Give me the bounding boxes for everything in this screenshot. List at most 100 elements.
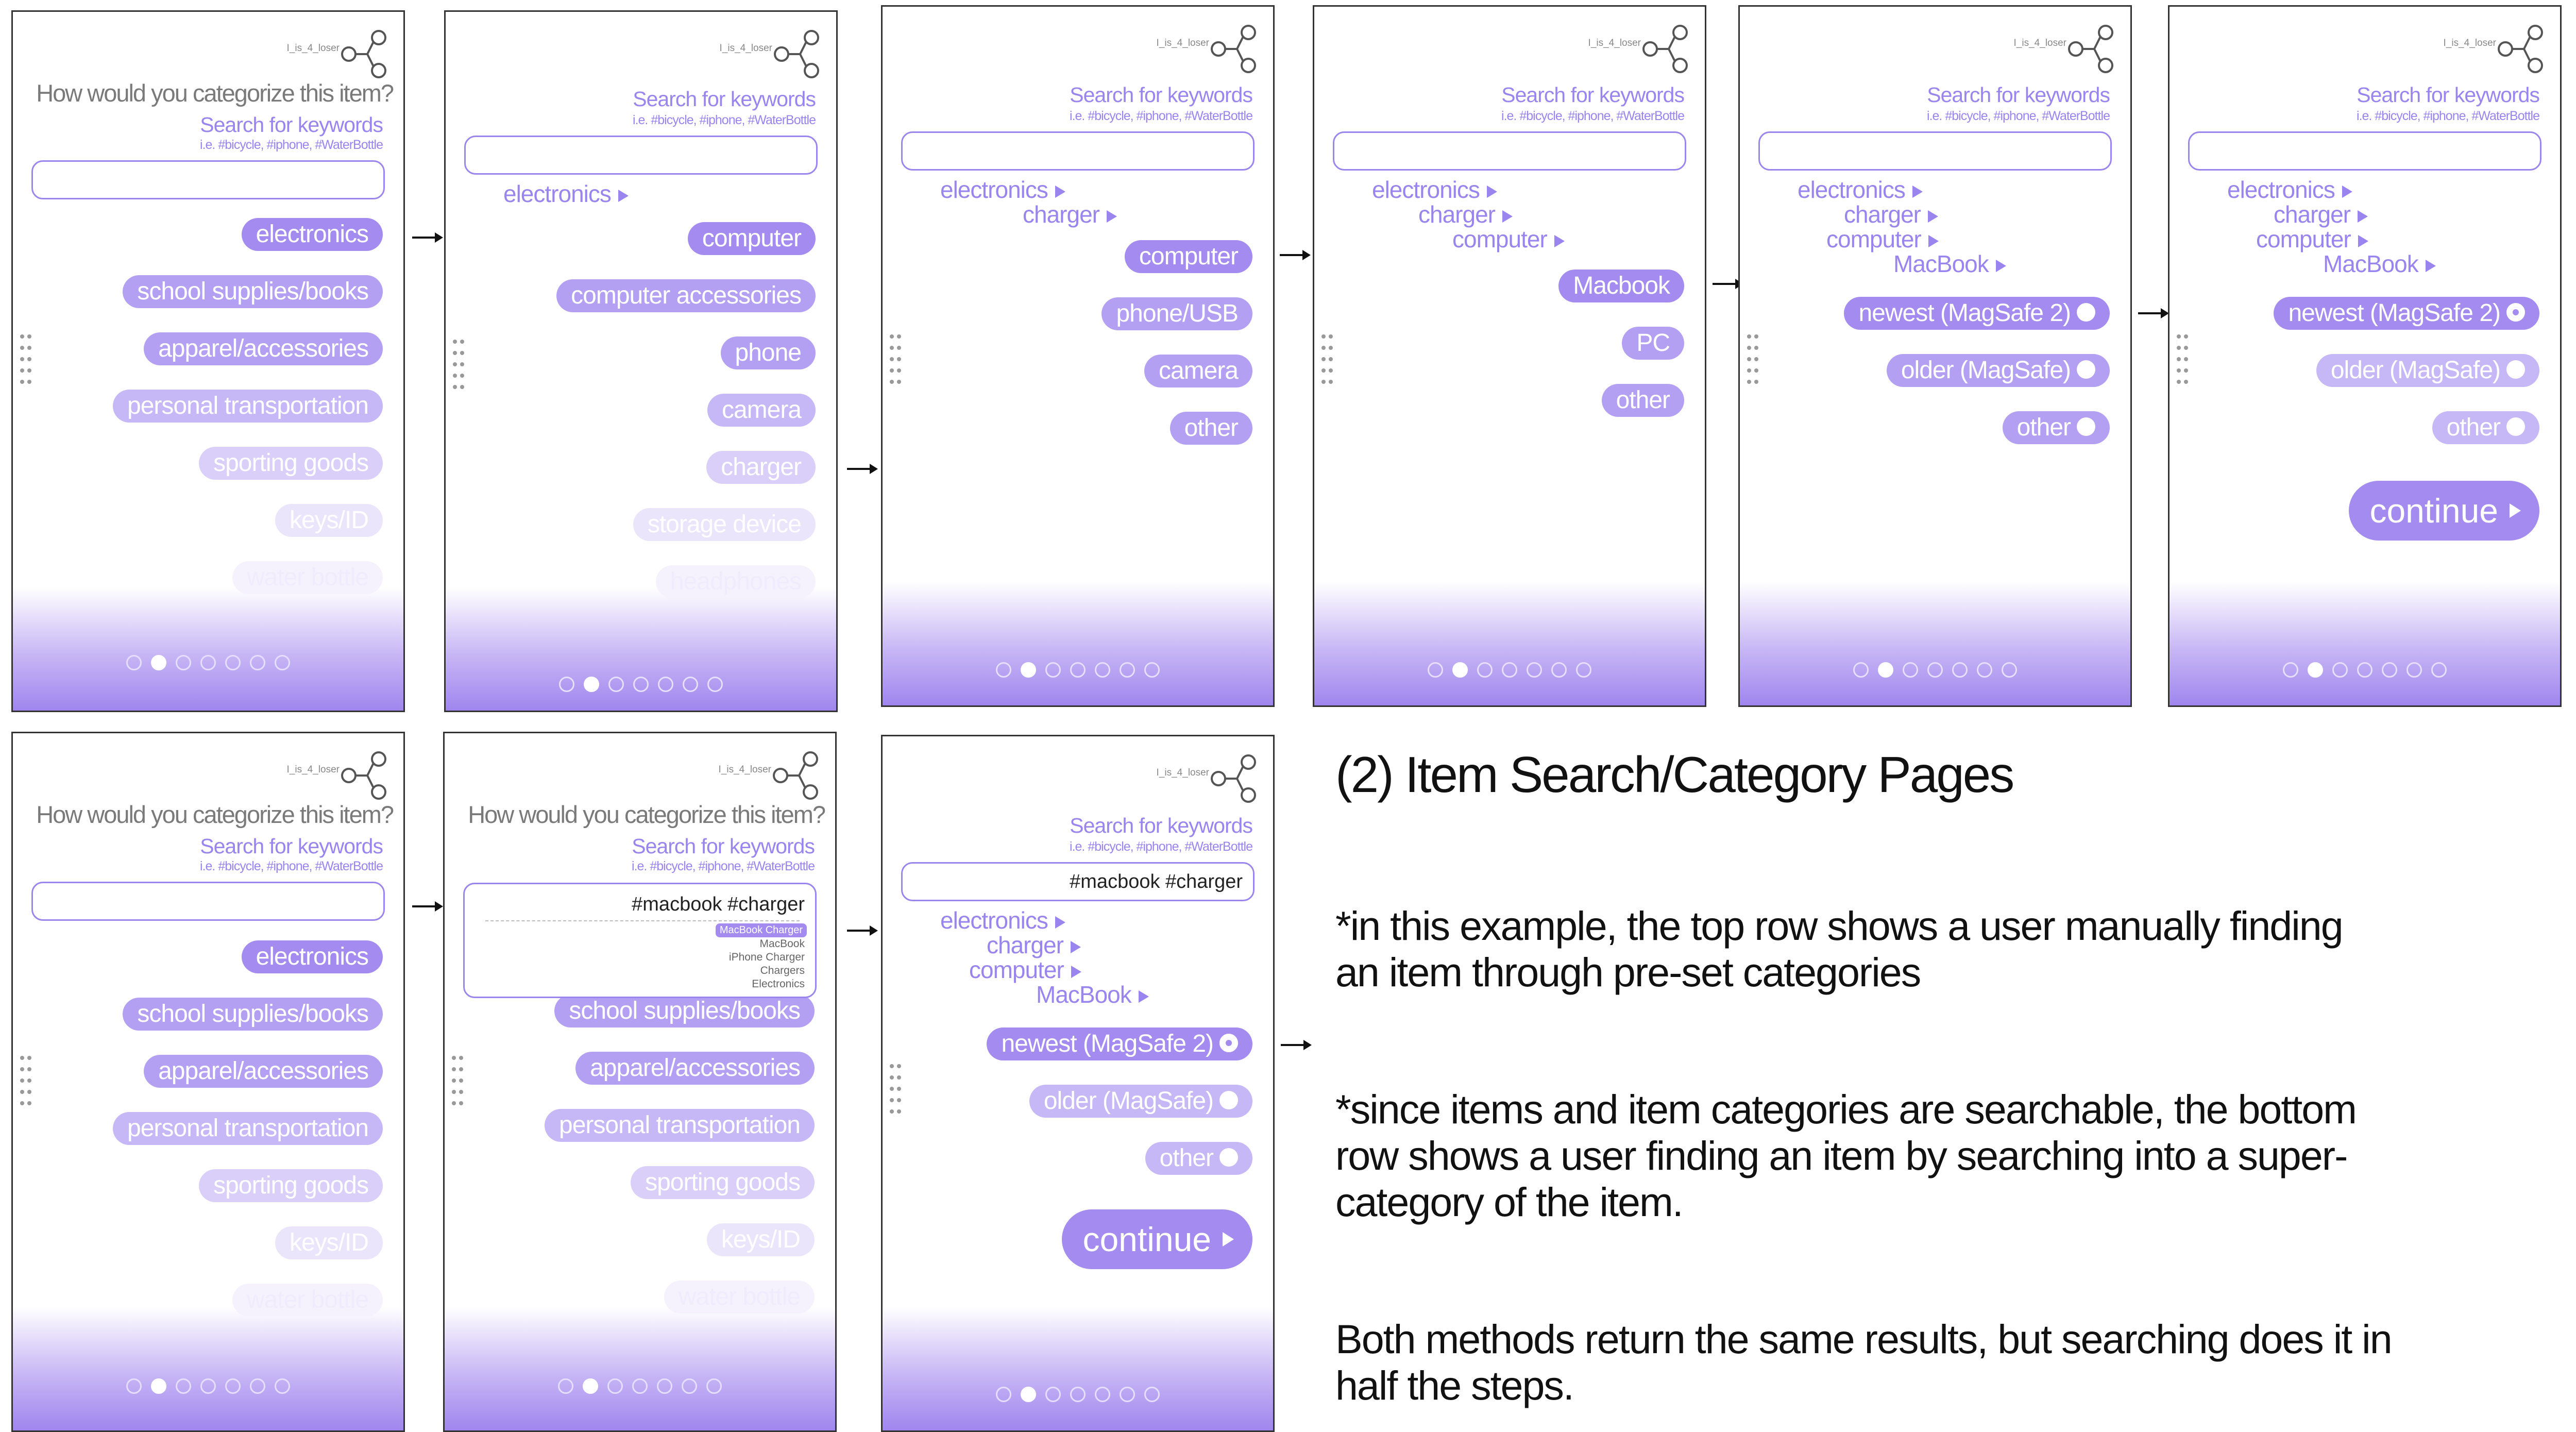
radio-button[interactable] — [1219, 1091, 1238, 1110]
breadcrumb-electronics[interactable]: electronics — [1798, 176, 1923, 204]
breadcrumb-electronics[interactable]: electronics — [2227, 176, 2352, 204]
breadcrumb-computer[interactable]: computer — [2256, 225, 2368, 253]
suggestion-selected[interactable]: MacBook Charger — [715, 923, 807, 937]
category-chip[interactable]: personal transportation — [113, 390, 383, 423]
category-chip[interactable]: electronics — [241, 218, 383, 251]
category-chip[interactable]: phone/USB — [1101, 297, 1252, 330]
category-chip[interactable]: computer — [1124, 240, 1252, 273]
radio-button[interactable] — [2506, 417, 2525, 436]
option-chip[interactable]: older (MagSafe) — [1886, 354, 2110, 387]
drag-handle-icon[interactable] — [452, 336, 465, 393]
search-input[interactable] — [1758, 131, 2112, 171]
option-chip-selected[interactable]: newest (MagSafe 2) — [987, 1027, 1252, 1060]
share-icon[interactable] — [337, 749, 389, 800]
radio-button-selected[interactable] — [2506, 303, 2525, 322]
category-chip[interactable]: apparel/accessories — [144, 1055, 383, 1088]
option-chip-selected[interactable]: newest (MagSafe 2) — [2274, 297, 2539, 330]
breadcrumb-macbook[interactable]: MacBook — [1893, 250, 2006, 278]
share-icon[interactable] — [337, 27, 389, 79]
search-query-text[interactable]: #macbook #charger — [632, 894, 805, 916]
search-input[interactable] — [31, 882, 385, 921]
share-icon[interactable] — [1207, 22, 1259, 74]
suggestion-item[interactable]: MacBook — [759, 938, 805, 950]
category-chip[interactable]: water bottle — [232, 1284, 383, 1317]
breadcrumb-electronics[interactable]: electronics — [1372, 176, 1497, 204]
category-chip[interactable]: school supplies/books — [554, 995, 815, 1027]
continue-button[interactable]: continue — [1062, 1209, 1252, 1269]
category-chip[interactable]: keys/ID — [275, 504, 383, 537]
breadcrumb-charger[interactable]: charger — [1844, 200, 1938, 228]
category-chip[interactable]: camera — [1144, 355, 1252, 388]
radio-button-selected[interactable] — [1219, 1034, 1238, 1053]
category-chip[interactable]: phone — [720, 336, 816, 369]
breadcrumb-computer[interactable]: computer — [1826, 225, 1939, 253]
drag-handle-icon[interactable] — [889, 1061, 902, 1118]
category-chip[interactable]: computer — [687, 222, 816, 255]
category-chip[interactable]: school supplies/books — [123, 998, 383, 1031]
drag-handle-icon[interactable] — [19, 331, 32, 388]
search-input[interactable] — [901, 131, 1255, 171]
category-chip[interactable]: keys/ID — [275, 1226, 383, 1259]
drag-handle-icon[interactable] — [1320, 331, 1334, 388]
breadcrumb-electronics[interactable]: electronics — [940, 176, 1065, 204]
category-chip[interactable]: headphones — [655, 565, 816, 598]
category-chip[interactable]: other — [1170, 412, 1252, 445]
breadcrumb-computer[interactable]: computer — [1452, 225, 1565, 253]
suggestion-item[interactable]: Electronics — [752, 978, 805, 990]
category-chip[interactable]: water bottle — [664, 1281, 815, 1313]
radio-button[interactable] — [2077, 360, 2095, 379]
breadcrumb-charger[interactable]: charger — [987, 931, 1081, 959]
option-chip[interactable]: newest (MagSafe 2) — [1844, 297, 2110, 330]
search-input[interactable] — [1333, 131, 1686, 171]
suggestion-item[interactable]: Chargers — [760, 965, 805, 977]
category-chip[interactable]: camera — [707, 394, 816, 427]
drag-handle-icon[interactable] — [451, 1053, 464, 1109]
radio-button[interactable] — [1219, 1148, 1238, 1167]
drag-handle-icon[interactable] — [889, 331, 902, 388]
category-chip[interactable]: apparel/accessories — [575, 1052, 815, 1085]
radio-button[interactable] — [2077, 417, 2095, 436]
option-chip[interactable]: other — [2432, 411, 2539, 444]
breadcrumb-charger[interactable]: charger — [1023, 200, 1117, 228]
drag-handle-icon[interactable] — [2176, 331, 2189, 388]
share-icon[interactable] — [1207, 752, 1259, 803]
category-chip[interactable]: water bottle — [232, 561, 383, 594]
share-icon[interactable] — [769, 749, 821, 800]
category-chip[interactable]: school supplies/books — [123, 275, 383, 308]
category-chip[interactable]: personal transportation — [113, 1112, 383, 1145]
breadcrumb-computer[interactable]: computer — [969, 956, 1081, 984]
category-chip[interactable]: sporting goods — [631, 1166, 815, 1199]
share-icon[interactable] — [2494, 22, 2546, 74]
share-icon[interactable] — [770, 27, 822, 79]
radio-button[interactable] — [2506, 360, 2525, 379]
breadcrumb-charger[interactable]: charger — [2274, 200, 2368, 228]
category-chip[interactable]: other — [1601, 384, 1684, 417]
category-chip[interactable]: sporting goods — [199, 447, 383, 480]
category-chip[interactable]: electronics — [241, 940, 383, 973]
category-chip[interactable]: charger — [706, 451, 816, 484]
share-icon[interactable] — [1639, 22, 1690, 74]
drag-handle-icon[interactable] — [1746, 331, 1759, 388]
option-chip[interactable]: other — [1145, 1142, 1252, 1175]
drag-handle-icon[interactable] — [19, 1053, 32, 1109]
continue-button[interactable]: continue — [2349, 481, 2539, 541]
category-chip[interactable]: storage device — [633, 508, 816, 541]
category-chip[interactable]: keys/ID — [706, 1223, 815, 1256]
breadcrumb-charger[interactable]: charger — [1418, 200, 1513, 228]
category-chip[interactable]: PC — [1622, 327, 1684, 360]
option-chip[interactable]: other — [2002, 411, 2110, 444]
share-icon[interactable] — [2064, 22, 2116, 74]
search-input[interactable]: #macbook #charger — [901, 862, 1255, 901]
search-input[interactable] — [2188, 131, 2541, 171]
breadcrumb-macbook[interactable]: MacBook — [2323, 250, 2436, 278]
option-chip[interactable]: older (MagSafe) — [2316, 354, 2539, 387]
category-chip[interactable]: personal transportation — [545, 1109, 815, 1142]
category-chip[interactable]: sporting goods — [199, 1169, 383, 1202]
breadcrumb-electronics[interactable]: electronics — [940, 906, 1065, 934]
option-chip[interactable]: older (MagSafe) — [1029, 1085, 1252, 1118]
search-autocomplete-dropdown[interactable]: #macbook #charger MacBook Charger MacBoo… — [463, 883, 817, 998]
category-chip[interactable]: Macbook — [1558, 269, 1684, 302]
breadcrumb-electronics[interactable]: electronics — [503, 180, 629, 208]
search-input[interactable] — [31, 160, 385, 199]
category-chip[interactable]: apparel/accessories — [144, 332, 383, 365]
